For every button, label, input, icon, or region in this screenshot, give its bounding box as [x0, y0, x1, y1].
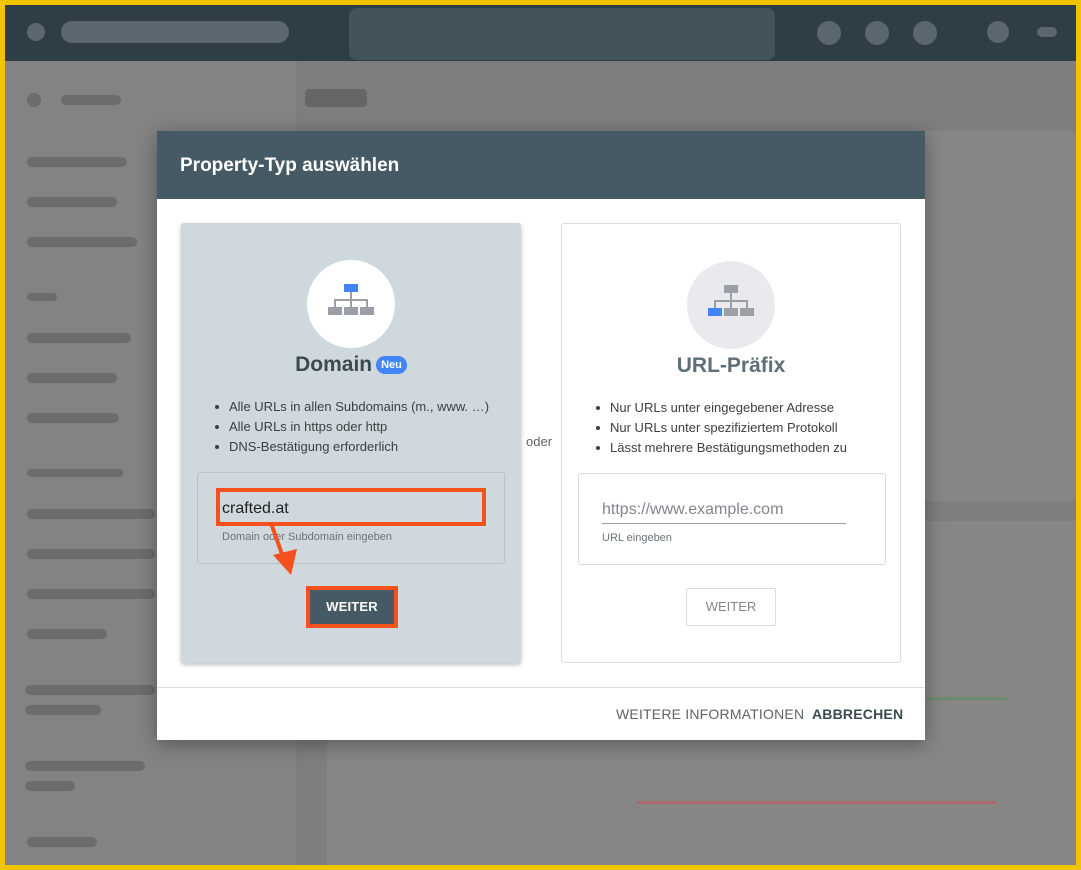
url-title-row: URL-Präfix	[562, 354, 900, 378]
url-prefix-card[interactable]: URL-Präfix Nur URLs unter eingegebener A…	[561, 223, 901, 663]
dialog-header: Property-Typ auswählen	[157, 131, 925, 199]
separator-text: oder	[526, 434, 553, 449]
domain-icon-circle	[307, 260, 395, 348]
list-item: Alle URLs in allen Subdomains (m., www. …	[211, 397, 489, 417]
sidebar-link	[25, 685, 155, 695]
url-continue-button[interactable]: WEITER	[686, 588, 776, 626]
users-icon	[865, 21, 889, 45]
sidebar-item	[27, 237, 137, 247]
sidebar-item	[27, 373, 117, 383]
sidebar-item	[27, 589, 155, 599]
domain-card[interactable]: Domain Neu Alle URLs in allen Subdomains …	[181, 223, 521, 663]
sidebar-item	[27, 509, 155, 519]
list-item: Nur URLs unter spezifiziertem Protokoll	[592, 418, 847, 438]
sidebar-item	[27, 837, 97, 847]
app-logo	[61, 21, 289, 43]
menu-icon	[27, 23, 45, 41]
domain-feature-list: Alle URLs in allen Subdomains (m., www. …	[211, 397, 489, 457]
sidebar-item	[27, 629, 107, 639]
dialog-footer: WEITERE INFORMATIONEN ABBRECHEN	[157, 687, 925, 740]
domain-title-row: Domain Neu	[181, 353, 521, 377]
list-item: Alle URLs in https oder http	[211, 417, 489, 437]
chart-line	[917, 697, 1007, 700]
url-input-helper: URL eingeben	[602, 532, 672, 544]
new-badge: Neu	[376, 356, 407, 374]
domain-title: Domain	[295, 353, 373, 376]
url-input-underline	[602, 523, 846, 524]
sitemap-icon	[708, 285, 754, 316]
arrow-annotation-icon	[269, 522, 297, 575]
sidebar-item	[27, 333, 131, 343]
url-input[interactable]: https://www.example.com	[602, 501, 783, 519]
property-selector	[61, 95, 121, 105]
property-type-dialog: Property-Typ auswählen Domain Neu Alle U…	[157, 131, 925, 740]
sidebar-item	[27, 413, 119, 423]
help-icon	[817, 21, 841, 45]
more-info-button[interactable]: WEITERE INFORMATIONEN	[616, 706, 804, 722]
sidebar-section	[27, 469, 123, 477]
url-input-container	[578, 473, 886, 565]
cancel-button[interactable]: ABBRECHEN	[812, 706, 903, 722]
avatar	[1037, 27, 1057, 37]
sidebar-section	[27, 293, 57, 301]
list-item: DNS-Bestätigung erforderlich	[211, 437, 489, 457]
input-highlight-annotation	[216, 488, 486, 526]
app-topbar	[5, 5, 1076, 61]
search-bar	[349, 8, 775, 60]
screenshot-frame: Property-Typ auswählen Domain Neu Alle U…	[5, 5, 1076, 865]
sidebar-link	[25, 761, 145, 771]
url-feature-list: Nur URLs unter eingegebener Adresse Nur …	[592, 398, 847, 458]
list-item: Nur URLs unter eingegebener Adresse	[592, 398, 847, 418]
sidebar-link	[25, 705, 101, 715]
dialog-title: Property-Typ auswählen	[180, 155, 400, 176]
apps-icon	[987, 21, 1009, 43]
sidebar-item	[27, 157, 127, 167]
url-prefix-title: URL-Präfix	[676, 354, 786, 377]
sitemap-icon	[328, 284, 374, 315]
url-icon-circle	[687, 261, 775, 349]
chart-line	[637, 801, 997, 804]
property-icon	[27, 93, 41, 107]
sidebar-link	[25, 781, 75, 791]
sidebar-item	[27, 549, 155, 559]
list-item: Lässt mehrere Bestätigungsmethoden zu	[592, 438, 847, 458]
sidebar-item	[27, 197, 117, 207]
page-title	[305, 89, 367, 107]
bell-icon	[913, 21, 937, 45]
domain-continue-button[interactable]: WEITER	[306, 586, 398, 628]
